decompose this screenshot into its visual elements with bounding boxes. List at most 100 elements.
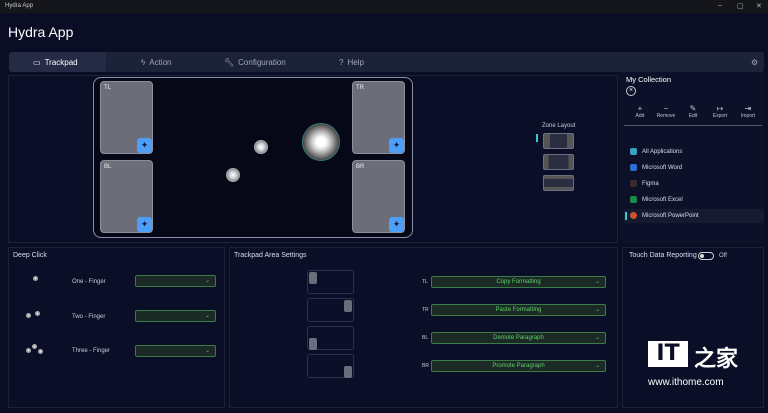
touch-point [254, 140, 268, 154]
zone-tr[interactable]: TR ✦ [352, 81, 405, 154]
zone-layout-option-3[interactable] [543, 175, 574, 191]
zone-label: TL [104, 85, 112, 91]
two-finger-icon [26, 313, 31, 318]
zone-preview-br [307, 354, 354, 378]
app-label: Microsoft Excel [642, 196, 683, 203]
app-item-word[interactable]: Microsoft Word [630, 164, 682, 171]
touch-point [226, 168, 240, 182]
help-icon: ? [339, 57, 344, 67]
export-icon: ↦ [716, 104, 724, 113]
zone-layout-label: Zone Layout [542, 123, 576, 129]
zone-br[interactable]: BR ✦ [352, 160, 405, 233]
three-finger-dropdown[interactable]: ⌄ [135, 345, 216, 357]
tab-trackpad[interactable]: ▭ Trackpad [9, 52, 106, 72]
lightning-icon: ϟ [141, 57, 146, 67]
action-label: Remove [656, 113, 676, 119]
tab-label: Action [149, 57, 172, 67]
active-touch-point [302, 123, 340, 161]
one-finger-dropdown[interactable]: ⌄ [135, 275, 216, 287]
action-label: Add [635, 113, 645, 119]
excel-icon [630, 196, 637, 203]
br-action-dropdown[interactable]: Promote Paragraph ⌄ [431, 360, 606, 372]
add-button[interactable]: + Add [628, 104, 652, 119]
tab-label: Trackpad [44, 57, 78, 67]
edit-button[interactable]: ✎ Edit [681, 104, 705, 119]
sparkle-icon[interactable]: ✦ [389, 217, 404, 232]
tr-action-dropdown[interactable]: Paste Formatting ⌄ [431, 304, 606, 316]
zone-label: TR [356, 85, 364, 91]
sparkle-icon[interactable]: ✦ [137, 217, 152, 232]
trackpad-surface[interactable]: TL ✦ TR ✦ BL ✦ BR ✦ [93, 77, 413, 238]
finger-label: Three - Finger [72, 348, 111, 354]
pencil-icon: ✎ [689, 104, 697, 113]
chevron-down-icon: ⌄ [594, 363, 600, 369]
app-item-powerpoint[interactable]: Microsoft PowerPoint [630, 212, 699, 219]
app-item-excel[interactable]: Microsoft Excel [630, 196, 683, 203]
tl-action-dropdown[interactable]: Copy Formatting ⌄ [431, 276, 606, 288]
minimize-button[interactable]: – [718, 2, 722, 9]
minus-icon: − [663, 104, 669, 113]
deep-click-panel: Deep Click One - Finger Two - Finger Thr… [8, 247, 225, 408]
selected-indicator [625, 212, 627, 220]
zone-label: BR [422, 363, 429, 369]
toggle-knob [700, 254, 704, 258]
zone-label: BL [104, 164, 112, 170]
touch-data-toggle[interactable] [698, 252, 714, 260]
zone-preview-tl [307, 270, 354, 294]
zone-layout-option-1[interactable] [543, 133, 574, 149]
zone-label: TR [422, 307, 429, 313]
plus-icon: + [637, 104, 643, 113]
two-finger-dropdown[interactable]: ⌄ [135, 310, 216, 322]
finger-label: Two - Finger [72, 314, 106, 320]
sparkle-icon[interactable]: ✦ [389, 138, 404, 153]
two-finger-icon [35, 311, 40, 316]
watermark-logo: IT [648, 341, 688, 367]
area-settings-title: Trackpad Area Settings [234, 252, 307, 259]
bl-action-dropdown[interactable]: Demote Paragraph ⌄ [431, 332, 606, 344]
tab-configuration[interactable]: 🔧︎ Configuration [224, 52, 286, 72]
trackpad-icon: ▭ [33, 57, 41, 67]
maximize-button[interactable]: ▢ [737, 2, 744, 10]
title-bar: Hydra App – ▢ ✕ [0, 0, 768, 13]
watermark-url: www.ithome.com [648, 377, 724, 388]
tab-label: Configuration [238, 57, 286, 67]
app-item-figma[interactable]: Figma [630, 180, 659, 187]
settings-icon[interactable]: ⚙ [751, 52, 758, 72]
zone-bl[interactable]: BL ✦ [100, 160, 153, 233]
divider [624, 125, 762, 126]
app-label: Microsoft Word [642, 164, 683, 171]
app-item-all-applications[interactable]: All Applications [630, 148, 682, 155]
three-finger-icon [38, 349, 43, 354]
grid-icon [630, 148, 637, 155]
tab-action[interactable]: ϟ Action [141, 52, 171, 72]
three-finger-icon [32, 344, 37, 349]
export-button[interactable]: ↦ Export [708, 104, 732, 119]
zone-preview-tr [307, 298, 354, 322]
remove-button[interactable]: − Remove [654, 104, 678, 119]
watermark-logo-text: 之家 [694, 346, 739, 371]
toggle-state: Off [719, 253, 727, 259]
chevron-down-icon: ⌄ [204, 278, 210, 284]
chevron-down-icon: ⌄ [594, 307, 600, 313]
action-label: Import [740, 113, 756, 119]
app-label: Figma [642, 180, 659, 187]
zone-label: BR [356, 164, 365, 170]
import-button[interactable]: ⇥ Import [736, 104, 760, 119]
tab-bar: ▭ Trackpad ϟ Action 🔧︎ Configuration ? Help … [9, 52, 764, 72]
action-label: Export [712, 113, 728, 119]
figma-icon [630, 180, 637, 187]
zone-marker [344, 366, 352, 378]
close-circle-icon[interactable]: × [626, 86, 636, 96]
app-label: Microsoft PowerPoint [642, 212, 699, 219]
tab-help[interactable]: ? Help [339, 52, 364, 72]
word-icon [630, 164, 637, 171]
action-label: Edit [688, 113, 698, 119]
zone-tl[interactable]: TL ✦ [100, 81, 153, 154]
deep-click-title: Deep Click [13, 252, 47, 259]
collection-title: My Collection [626, 75, 672, 84]
sparkle-icon[interactable]: ✦ [137, 138, 152, 153]
chevron-down-icon: ⌄ [594, 279, 600, 285]
close-button[interactable]: ✕ [756, 2, 762, 10]
zone-layout-option-2[interactable] [543, 154, 574, 170]
chevron-down-icon: ⌄ [594, 335, 600, 341]
